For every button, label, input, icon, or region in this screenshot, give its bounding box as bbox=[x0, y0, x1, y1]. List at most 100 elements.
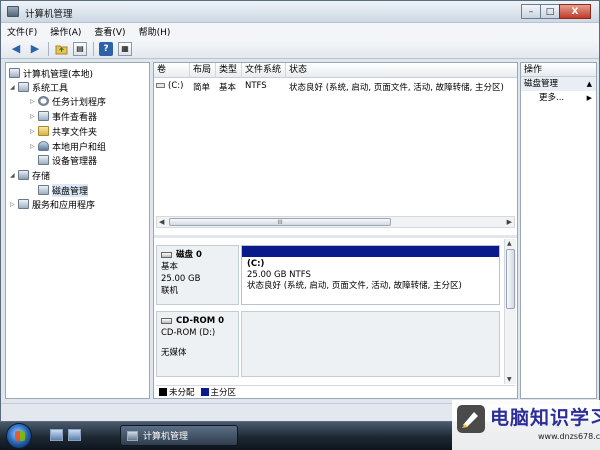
cdrom-icon bbox=[161, 318, 172, 324]
windows-logo-icon bbox=[15, 431, 25, 441]
close-button[interactable]: X bbox=[559, 4, 591, 19]
help-icon[interactable]: ? bbox=[99, 41, 113, 56]
properties-icon[interactable]: ▦ bbox=[118, 41, 132, 56]
volume-cell: (C:) bbox=[156, 81, 183, 91]
show-tree-icon[interactable]: ▤ bbox=[73, 41, 87, 56]
partition-size: 25.00 GB NTFS bbox=[247, 270, 311, 280]
cdrom-0-area[interactable] bbox=[241, 311, 500, 377]
device-manager-icon bbox=[38, 155, 49, 165]
disk-0-label[interactable]: 磁盘 0 基本 25.00 GB 联机 bbox=[156, 245, 239, 305]
scroll-up-icon[interactable]: ▲ bbox=[507, 240, 512, 247]
up-folder-icon[interactable] bbox=[54, 42, 68, 56]
tree-item-shared-folders[interactable]: ▷ 共享文件夹 bbox=[30, 124, 97, 138]
taskbar-computer-management[interactable]: 计算机管理 bbox=[120, 425, 238, 446]
primary-partition-band bbox=[242, 246, 499, 257]
expand-icon[interactable]: ▷ bbox=[30, 113, 38, 120]
column-layout[interactable]: 布局 bbox=[190, 63, 216, 78]
cdrom-0-label[interactable]: CD-ROM 0 CD-ROM (D:) 无媒体 bbox=[156, 311, 239, 377]
tree-item-event-viewer[interactable]: ▷ 事件查看器 bbox=[30, 109, 97, 123]
scroll-right-icon[interactable]: ▶ bbox=[507, 217, 512, 227]
actions-section-disk-management[interactable]: 磁盘管理 ▲ bbox=[521, 77, 596, 91]
menu-bar: 文件(F) 操作(A) 查看(V) 帮助(H) bbox=[1, 23, 599, 39]
hard-disk-icon bbox=[161, 252, 172, 258]
actions-header: 操作 bbox=[521, 63, 596, 77]
primary-swatch bbox=[200, 388, 209, 396]
scroll-down-icon[interactable]: ▼ bbox=[507, 376, 512, 383]
navigation-tree: 计算机管理(本地) ◢ 系统工具 ▷ 任务计划程序 ▷ 事件查看器 ▷ 共享文件… bbox=[5, 62, 150, 399]
unallocated-swatch bbox=[159, 388, 167, 396]
tools-icon bbox=[18, 82, 29, 92]
computer-management-icon bbox=[127, 430, 138, 441]
tree-item-disk-management[interactable]: 磁盘管理 bbox=[38, 183, 89, 197]
expand-icon[interactable]: ▷ bbox=[30, 98, 38, 105]
title-bar[interactable]: 计算机管理 – □ X bbox=[1, 1, 599, 23]
disk-management-pane: 卷 布局 类型 文件系统 状态 (C:) 简单 基本 NTFS 状态良好 (系统… bbox=[153, 62, 518, 399]
maximize-button[interactable]: □ bbox=[540, 4, 560, 19]
storage-icon bbox=[18, 170, 29, 180]
minimize-button[interactable]: – bbox=[521, 4, 541, 19]
status-cell: 状态良好 (系统, 启动, 页面文件, 活动, 故障转储, 主分区) bbox=[289, 83, 504, 93]
tree-item-root[interactable]: 计算机管理(本地) bbox=[9, 66, 93, 80]
watermark-url: www.dnzs678.com bbox=[538, 432, 600, 441]
tree-item-device-manager[interactable]: 设备管理器 bbox=[38, 153, 97, 167]
partition-status: 状态良好 (系统, 启动, 页面文件, 活动, 故障转储, 主分区) bbox=[247, 281, 462, 291]
watermark: 电脑知识学习网 www.dnzs678.com bbox=[452, 400, 600, 450]
computer-icon bbox=[9, 68, 20, 78]
scroll-left-icon[interactable]: ◀ bbox=[159, 217, 164, 227]
collapse-section-icon[interactable]: ▲ bbox=[587, 77, 592, 91]
shared-folder-icon bbox=[38, 126, 49, 136]
filesystem-cell: NTFS bbox=[245, 81, 267, 91]
window-controls: – □ X bbox=[521, 4, 591, 19]
menu-view[interactable]: 查看(V) bbox=[94, 25, 125, 38]
tree-item-storage[interactable]: ◢ 存储 bbox=[10, 168, 50, 182]
toolbar-separator bbox=[93, 41, 94, 56]
volume-row[interactable]: (C:) 简单 基本 NTFS 状态良好 (系统, 启动, 页面文件, 活动, … bbox=[154, 80, 517, 94]
tree-item-task-scheduler[interactable]: ▷ 任务计划程序 bbox=[30, 94, 106, 108]
menu-action[interactable]: 操作(A) bbox=[50, 25, 81, 38]
submenu-arrow-icon: ▶ bbox=[586, 94, 592, 102]
expand-icon[interactable]: ▷ bbox=[10, 201, 18, 208]
vertical-scrollbar[interactable]: ▲ ▼ bbox=[504, 239, 516, 384]
partition-c[interactable]: (C:) 25.00 GB NTFS 状态良好 (系统, 启动, 页面文件, 活… bbox=[241, 245, 500, 305]
column-volume[interactable]: 卷 bbox=[154, 63, 190, 78]
show-desktop-icon[interactable] bbox=[50, 429, 63, 441]
tree-item-services-apps[interactable]: ▷ 服务和应用程序 bbox=[10, 197, 95, 211]
pane-splitter[interactable] bbox=[154, 235, 517, 238]
services-icon bbox=[18, 199, 29, 209]
partition-label: (C:) bbox=[247, 259, 265, 269]
switch-windows-icon[interactable] bbox=[68, 429, 81, 441]
expand-icon[interactable]: ▷ bbox=[30, 143, 38, 150]
back-arrow-icon[interactable]: ◀ bbox=[9, 42, 23, 56]
collapse-icon[interactable]: ◢ bbox=[10, 84, 18, 91]
horizontal-scroll-thumb[interactable]: III bbox=[169, 218, 391, 226]
tree-item-system-tools[interactable]: ◢ 系统工具 bbox=[10, 80, 68, 94]
menu-file[interactable]: 文件(F) bbox=[7, 25, 37, 38]
column-status[interactable]: 状态 bbox=[286, 63, 517, 78]
tree-item-local-users[interactable]: ▷ 本地用户和组 bbox=[30, 139, 106, 153]
volume-list-header: 卷 布局 类型 文件系统 状态 bbox=[154, 63, 517, 78]
legend-unallocated: 未分配 bbox=[169, 388, 195, 398]
menu-help[interactable]: 帮助(H) bbox=[139, 25, 171, 38]
window-title: 计算机管理 bbox=[25, 9, 73, 20]
computer-management-icon bbox=[7, 6, 19, 17]
actions-more[interactable]: 更多... ▶ bbox=[521, 91, 596, 105]
start-button[interactable] bbox=[6, 423, 32, 449]
volume-icon bbox=[156, 83, 165, 88]
watermark-text: 电脑知识学习网 bbox=[490, 407, 600, 429]
users-icon bbox=[38, 141, 49, 151]
event-viewer-icon bbox=[38, 111, 49, 121]
actions-pane: 操作 磁盘管理 ▲ 更多... ▶ bbox=[520, 62, 597, 399]
disk-map: 磁盘 0 基本 25.00 GB 联机 (C:) 25.00 GB NTFS 状… bbox=[154, 239, 504, 384]
column-type[interactable]: 类型 bbox=[216, 63, 242, 78]
collapse-icon[interactable]: ◢ bbox=[10, 172, 18, 179]
vertical-scroll-thumb[interactable] bbox=[506, 249, 515, 309]
toolbar: ◀ ▶ ▤ ? ▦ bbox=[1, 39, 599, 59]
expand-icon[interactable]: ▷ bbox=[30, 128, 38, 135]
toolbar-separator bbox=[48, 41, 49, 56]
horizontal-scrollbar[interactable]: ◀ III ▶ bbox=[156, 216, 515, 228]
type-cell: 基本 bbox=[219, 83, 237, 93]
layout-cell: 简单 bbox=[193, 83, 211, 93]
legend-primary: 主分区 bbox=[210, 388, 237, 398]
column-filesystem[interactable]: 文件系统 bbox=[242, 63, 286, 78]
forward-arrow-icon[interactable]: ▶ bbox=[28, 42, 42, 56]
